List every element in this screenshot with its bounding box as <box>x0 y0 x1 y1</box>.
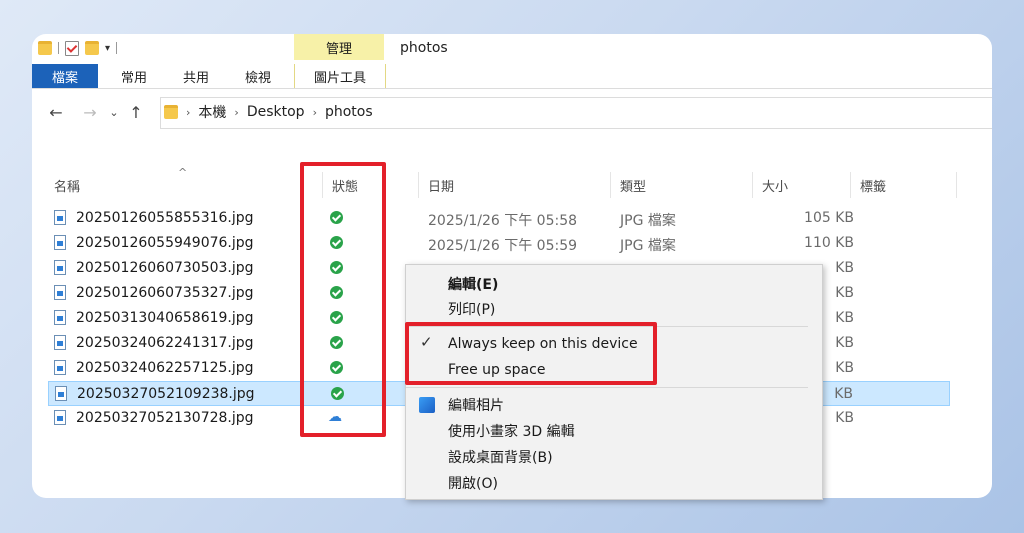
file-size: KB <box>835 260 854 276</box>
file-size: KB <box>834 386 853 402</box>
file-date: 2025/1/26 下午 05:58 <box>428 213 578 229</box>
toolbar-divider <box>58 42 59 54</box>
sort-ascending-icon: ^ <box>178 166 188 179</box>
forward-arrow-icon[interactable]: → <box>80 103 100 122</box>
image-file-icon <box>54 310 66 325</box>
folder-icon[interactable] <box>38 41 52 55</box>
file-date: 2025/1/26 下午 05:59 <box>428 238 578 254</box>
up-arrow-icon[interactable]: ↑ <box>126 103 146 122</box>
chevron-right-icon: › <box>312 105 317 119</box>
quick-access-toolbar: ▾ <box>32 34 118 62</box>
column-divider[interactable] <box>752 172 753 198</box>
file-name: 20250126055949076.jpg <box>76 235 254 251</box>
menu-item-paint3d[interactable]: 使用小畫家 3D 編輯 <box>448 420 575 442</box>
customize-toolbar-icon[interactable]: ▾ <box>105 43 110 54</box>
properties-icon[interactable] <box>65 40 79 56</box>
back-arrow-icon[interactable]: ← <box>46 103 66 122</box>
breadcrumb: › 本機 › Desktop › photos <box>164 100 373 124</box>
tab-share[interactable]: 共用 <box>170 64 222 88</box>
tab-home[interactable]: 常用 <box>108 64 160 88</box>
column-divider[interactable] <box>418 172 419 198</box>
image-file-icon <box>54 235 66 250</box>
column-header-type[interactable]: 類型 <box>620 176 646 195</box>
file-name: 20250324062257125.jpg <box>76 360 254 376</box>
image-file-icon <box>54 210 66 225</box>
file-name: 20250327052130728.jpg <box>76 410 254 426</box>
window-title: photos <box>400 40 448 56</box>
menu-item-set-background[interactable]: 設成桌面背景(B) <box>448 446 553 468</box>
image-file-icon <box>54 360 66 375</box>
image-file-icon <box>54 285 66 300</box>
file-size: KB <box>835 285 854 301</box>
image-file-icon <box>55 386 67 401</box>
file-size: KB <box>835 335 854 351</box>
column-header-date[interactable]: 日期 <box>428 176 454 195</box>
toolbar-divider <box>116 42 118 54</box>
column-header-tags[interactable]: 標籤 <box>860 176 886 195</box>
breadcrumb-photos[interactable]: photos <box>325 104 373 120</box>
file-name: 20250126060730503.jpg <box>76 260 254 276</box>
file-row[interactable]: 20250126055855316.jpg 2025/1/26 下午 05:58… <box>48 206 950 231</box>
menu-item-print[interactable]: 列印(P) <box>448 298 495 320</box>
file-size: 110 KB <box>804 235 854 251</box>
file-name: 20250313040658619.jpg <box>76 310 254 326</box>
column-header-size[interactable]: 大小 <box>762 176 788 195</box>
file-type: JPG 檔案 <box>620 213 676 229</box>
file-size: KB <box>835 410 854 426</box>
folder-icon <box>164 105 178 119</box>
file-size: KB <box>835 360 854 376</box>
ribbon-tabs: 檔案 常用 共用 檢視 圖片工具 <box>32 64 992 89</box>
image-file-icon <box>54 335 66 350</box>
menu-item-edit-photos[interactable]: 編輯相片 <box>448 394 504 416</box>
tab-file[interactable]: 檔案 <box>32 64 98 88</box>
column-headers: ^ 名稱 狀態 日期 類型 大小 標籤 <box>32 166 992 198</box>
menu-item-edit[interactable]: 編輯(E) <box>448 273 498 295</box>
column-header-name[interactable]: 名稱 <box>54 176 80 195</box>
menu-item-open[interactable]: 開啟(O) <box>448 472 498 494</box>
image-file-icon <box>54 410 66 425</box>
photos-app-icon <box>419 397 435 413</box>
file-size: 105 KB <box>804 210 854 226</box>
column-divider[interactable] <box>610 172 611 198</box>
column-divider[interactable] <box>956 172 957 198</box>
new-folder-icon[interactable] <box>85 41 99 55</box>
file-name: 20250126060735327.jpg <box>76 285 254 301</box>
file-name: 20250324062241317.jpg <box>76 335 254 351</box>
chevron-right-icon: › <box>234 105 239 119</box>
menu-divider <box>406 387 808 388</box>
file-type: JPG 檔案 <box>620 238 676 254</box>
chevron-right-icon: › <box>186 105 191 119</box>
image-file-icon <box>54 260 66 275</box>
tab-picture-tools[interactable]: 圖片工具 <box>294 64 386 88</box>
file-name: 20250327052109238.jpg <box>77 386 255 402</box>
tab-view[interactable]: 檢視 <box>232 64 284 88</box>
file-name: 20250126055855316.jpg <box>76 210 254 226</box>
breadcrumb-desktop[interactable]: Desktop <box>247 104 305 120</box>
recent-locations-chevron-icon[interactable]: ⌄ <box>104 106 124 119</box>
file-size: KB <box>835 310 854 326</box>
file-row[interactable]: 20250126055949076.jpg 2025/1/26 下午 05:59… <box>48 231 950 256</box>
column-divider[interactable] <box>850 172 851 198</box>
breadcrumb-this-pc[interactable]: 本機 <box>198 102 226 122</box>
status-column-highlight <box>300 162 386 437</box>
sync-options-highlight <box>405 322 657 385</box>
contextual-tab-group-label: 管理 <box>294 34 384 60</box>
